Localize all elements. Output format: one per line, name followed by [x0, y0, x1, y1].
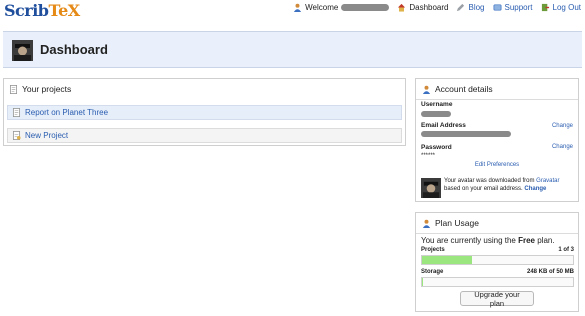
- storage-usage-row: Storage 248 KB of 50 MB: [421, 269, 574, 275]
- user-icon: [422, 85, 431, 94]
- account-details-panel: Account details Username Email Address C…: [415, 78, 579, 202]
- logout-link-label: Log Out: [552, 3, 581, 12]
- storage-progress-bar: [421, 277, 574, 287]
- gravatar-link[interactable]: Gravatar: [536, 178, 559, 184]
- scribtex-logo[interactable]: ScribTeX: [4, 1, 80, 20]
- dashboard-header: Dashboard: [3, 31, 582, 68]
- plan-usage-title: Plan Usage: [416, 213, 578, 234]
- edit-preferences-link[interactable]: Edit Preferences: [416, 162, 578, 168]
- project-row[interactable]: Report on Planet Three: [7, 105, 402, 120]
- projects-usage-count: 1 of 3: [558, 247, 574, 253]
- new-project-link[interactable]: New Project: [25, 131, 68, 140]
- change-password-link[interactable]: Change: [552, 144, 573, 150]
- email-label: Email Address: [421, 122, 466, 129]
- storage-usage-label: Storage: [421, 269, 444, 275]
- new-project-row[interactable]: New Project: [7, 128, 402, 143]
- password-label: Password: [421, 144, 452, 151]
- avatar-thumbnail: [421, 178, 441, 198]
- projects-panel-title: Your projects: [4, 79, 405, 99]
- logout-link[interactable]: Log Out: [541, 3, 581, 12]
- support-link-label: Support: [504, 3, 533, 12]
- new-document-icon: [12, 131, 21, 140]
- blog-link-label: Blog: [468, 3, 485, 12]
- projects-title-label: Your projects: [22, 84, 72, 94]
- document-icon: [9, 84, 18, 94]
- user-icon: [294, 3, 302, 12]
- username-label: Username: [421, 101, 453, 108]
- projects-usage-row: Projects 1 of 3: [421, 247, 574, 253]
- top-bar: ScribTeX Welcome Dashboard Blog Support …: [0, 0, 585, 22]
- avatar: [12, 40, 33, 61]
- email-value-redacted: [421, 131, 511, 137]
- plan-text-suffix: plan.: [537, 236, 555, 245]
- storage-progress-fill: [422, 278, 423, 286]
- project-link[interactable]: Report on Planet Three: [25, 108, 108, 117]
- support-link[interactable]: Support: [493, 3, 533, 12]
- welcome-label: Welcome: [305, 3, 339, 12]
- storage-usage-count: 248 KB of 50 MB: [526, 269, 574, 275]
- welcome-user: Welcome: [293, 3, 390, 12]
- plan-text-prefix: You are currently using the: [421, 236, 516, 245]
- dashboard-link[interactable]: Dashboard: [397, 3, 448, 12]
- avatar-note-prefix: Your avatar was downloaded from: [444, 178, 535, 184]
- plan-usage-panel: Plan Usage You are currently using the F…: [415, 212, 579, 312]
- avatar-note-text: Your avatar was downloaded from Gravatar…: [444, 178, 575, 198]
- username-redacted: [341, 4, 390, 11]
- support-icon: [493, 4, 501, 11]
- projects-progress-fill: [422, 256, 473, 264]
- password-value: ******: [421, 153, 436, 159]
- plan-usage-title-label: Plan Usage: [435, 218, 479, 228]
- account-details-title: Account details: [416, 79, 578, 100]
- home-icon: [398, 3, 406, 12]
- pencil-icon: [457, 3, 465, 12]
- current-plan-text: You are currently using the Free plan.: [421, 236, 555, 245]
- projects-progress-bar: [421, 255, 574, 265]
- logo-text-scrib: Scrib: [4, 1, 49, 20]
- account-details-title-label: Account details: [435, 84, 493, 94]
- projects-panel: Your projects Report on Planet Three New…: [3, 78, 406, 146]
- upgrade-plan-button[interactable]: Upgrade your plan: [460, 290, 534, 308]
- plan-name: Free: [518, 236, 536, 245]
- page-title: Dashboard: [40, 42, 108, 57]
- avatar-note-suffix: based on your email address.: [444, 185, 523, 192]
- user-icon: [422, 219, 431, 228]
- dashboard-link-label: Dashboard: [409, 3, 449, 12]
- document-icon: [12, 108, 21, 117]
- username-value-redacted: [421, 111, 451, 117]
- projects-usage-label: Projects: [421, 247, 445, 253]
- change-email-link[interactable]: Change: [552, 123, 573, 129]
- top-navigation: Welcome Dashboard Blog Support Log Out: [293, 3, 581, 12]
- blog-link[interactable]: Blog: [456, 3, 485, 12]
- change-avatar-link[interactable]: Change: [524, 186, 546, 192]
- avatar-note: Your avatar was downloaded from Gravatar…: [421, 178, 575, 198]
- logo-text-tex: TeX: [48, 1, 81, 20]
- logout-icon: [541, 3, 549, 12]
